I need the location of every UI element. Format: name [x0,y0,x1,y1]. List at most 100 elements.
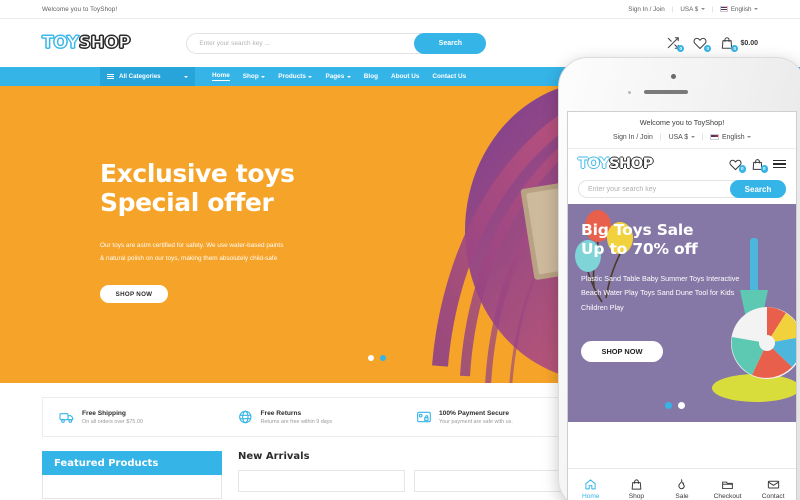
mobile-carousel-dot-2[interactable] [678,402,685,409]
wishlist-icon[interactable]: 0 [729,158,746,173]
hero-carousel-dots [368,355,386,361]
currency-selector[interactable]: USA $ [680,6,705,13]
mobile-welcome-message: Welcome you to ToyShop! [639,118,725,127]
logo-text-shop: SHOP [609,156,653,172]
cart-group[interactable]: 0 $0.00 [720,36,758,52]
clipboard-icon [721,478,734,491]
chevron-down-icon [184,75,188,78]
nav-item-home[interactable]: Home [212,72,230,81]
wishlist-icon[interactable]: 0 [693,36,712,52]
mobile-nav-shop[interactable]: Shop [614,478,660,500]
envelope-icon [767,478,780,491]
language-selector[interactable]: English [720,6,758,13]
feature-free-shipping: Free Shipping On all orders over $75.00 [43,409,222,425]
flame-icon [675,478,688,491]
all-categories-label: All Categories [119,73,161,80]
cart-icon[interactable]: 0 [720,36,739,52]
nav-links: Home Shop Products Pages Blog About Us C… [212,72,466,81]
hero-description-line1: Our toys are astm certified for safety. … [100,242,284,249]
phone-sensor [628,91,631,94]
search-input[interactable] [187,39,415,47]
cart-total-amount: $0.00 [740,39,758,47]
nav-item-products[interactable]: Products [278,73,313,80]
mobile-shop-now-button[interactable]: SHOP NOW [581,341,663,362]
hero-shop-now-button[interactable]: SHOP NOW [100,285,168,304]
hamburger-icon [107,73,114,80]
chevron-down-icon [700,7,705,10]
mobile-phone-mockup: Welcome you to ToyShop! Sign In / Join |… [558,57,800,500]
mobile-nav-label: Sale [675,492,689,500]
feature-subtitle: Your payment are safe with us. [439,418,513,425]
screenshot-stage: Welcome you to ToyShop! Sign In / Join |… [0,0,800,500]
hero-content: Exclusive toys Special offer Our toys ar… [100,159,350,304]
mobile-hero-banner: Big Toys Sale Up to 70% off Plastic Sand… [568,204,796,422]
sign-in-join-link[interactable]: Sign In / Join [628,6,664,13]
logo-text-shop: SHOP [78,32,131,53]
us-flag-icon [720,6,729,12]
feature-payment-secure: 100% Payment Secure Your payment are saf… [400,409,579,425]
carousel-dot-2[interactable] [380,355,386,361]
product-card[interactable] [238,470,406,492]
all-categories-dropdown[interactable]: All Categories [100,67,195,86]
nav-item-pages[interactable]: Pages [325,73,351,80]
mobile-nav-home[interactable]: Home [568,478,614,500]
nav-item-contact-us[interactable]: Contact Us [432,73,466,80]
cart-icon[interactable]: 0 [751,158,768,173]
feature-title: Free Shipping [82,409,126,417]
mobile-site-logo[interactable]: TOYSHOP [578,156,653,172]
mobile-sign-in-join-link[interactable]: Sign In / Join [613,134,653,141]
compare-icon[interactable]: 0 [666,36,685,52]
mobile-hero-description: Plastic Sand Table Baby Summer Toys Inte… [581,274,740,312]
header-icon-group: 0 0 0 $0.00 [666,36,758,52]
welcome-message: Welcome you to ToyShop! [42,5,118,13]
mobile-hero-title-line2: Up to 70% off [581,239,698,258]
bag-icon [630,478,643,491]
mobile-currency-selector[interactable]: USA $ [669,134,695,141]
mobile-search-button[interactable]: Search [730,180,786,198]
chevron-down-icon [754,7,758,10]
carousel-dot-1[interactable] [368,355,374,361]
feature-subtitle: Returns are free within 9 days [260,418,333,425]
chevron-down-icon [261,75,266,78]
mobile-carousel-dots [665,402,685,409]
nav-item-shop[interactable]: Shop [243,73,266,80]
separator-2: | [701,134,704,141]
mobile-nav-label: Checkout [713,492,742,500]
wishlist-count-badge: 0 [703,44,712,52]
mobile-search-input[interactable] [579,185,730,193]
hero-title-line2: Special offer [100,188,274,217]
feature-free-returns: Free Returns Returns are free within 9 d… [222,409,401,425]
product-card[interactable] [414,470,582,492]
mobile-carousel-dot-1[interactable] [665,402,672,409]
chevron-down-icon [308,75,313,78]
mobile-nav-contact[interactable]: Contact [750,478,796,500]
mobile-utility-row: Sign In / Join | USA $ | English [568,127,796,148]
feature-subtitle: On all orders over $75.00 [82,418,143,425]
site-logo[interactable]: TOYSHOP [41,32,131,53]
mobile-nav-label: Contact [761,492,785,500]
search-button[interactable]: Search [414,32,487,54]
hero-description: Our toys are astm certified for safety. … [100,239,350,265]
featured-products-title: Featured Products [42,451,222,475]
mobile-nav-sale[interactable]: Sale [659,478,705,500]
hero-title-line1: Exclusive toys [100,159,295,188]
cart-count-badge: 0 [760,165,768,173]
top-utility-right: Sign In / Join | USA $ | English [628,6,758,13]
hamburger-menu-icon[interactable] [773,159,786,169]
logo-text-toy: TOY [578,156,610,172]
mobile-nav-label: Home [582,492,600,500]
phone-camera [671,74,676,79]
mobile-language-selector[interactable]: English [710,134,752,141]
chevron-down-icon [690,136,695,139]
phone-speaker [644,90,688,94]
featured-products-panel: Featured Products [42,451,222,499]
compare-count-badge: 0 [676,44,685,52]
us-flag-icon [710,134,720,141]
featured-products-body [42,475,222,499]
nav-item-blog[interactable]: Blog [364,73,378,80]
nav-item-about-us[interactable]: About Us [391,73,419,80]
mobile-nav-checkout[interactable]: Checkout [705,478,751,500]
mobile-bottom-nav: Home Shop Sale Checkout Contact [568,468,796,500]
mobile-hero-title-line1: Big Toys Sale [581,221,694,239]
mobile-header: TOYSHOP 0 0 [568,149,796,176]
